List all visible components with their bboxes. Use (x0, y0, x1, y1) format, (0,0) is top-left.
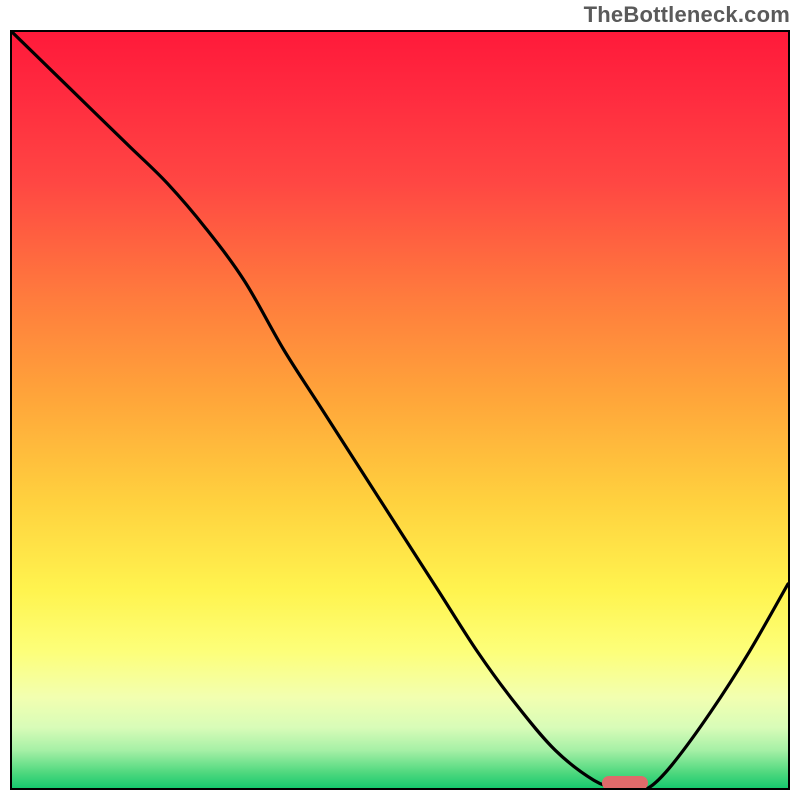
watermark-text: TheBottleneck.com (584, 2, 790, 28)
plot-frame (10, 30, 790, 790)
bottleneck-curve-path (12, 32, 788, 788)
chart-stage: TheBottleneck.com (0, 0, 800, 800)
bottleneck-curve-svg (12, 32, 788, 788)
optimal-range-marker (602, 776, 649, 790)
